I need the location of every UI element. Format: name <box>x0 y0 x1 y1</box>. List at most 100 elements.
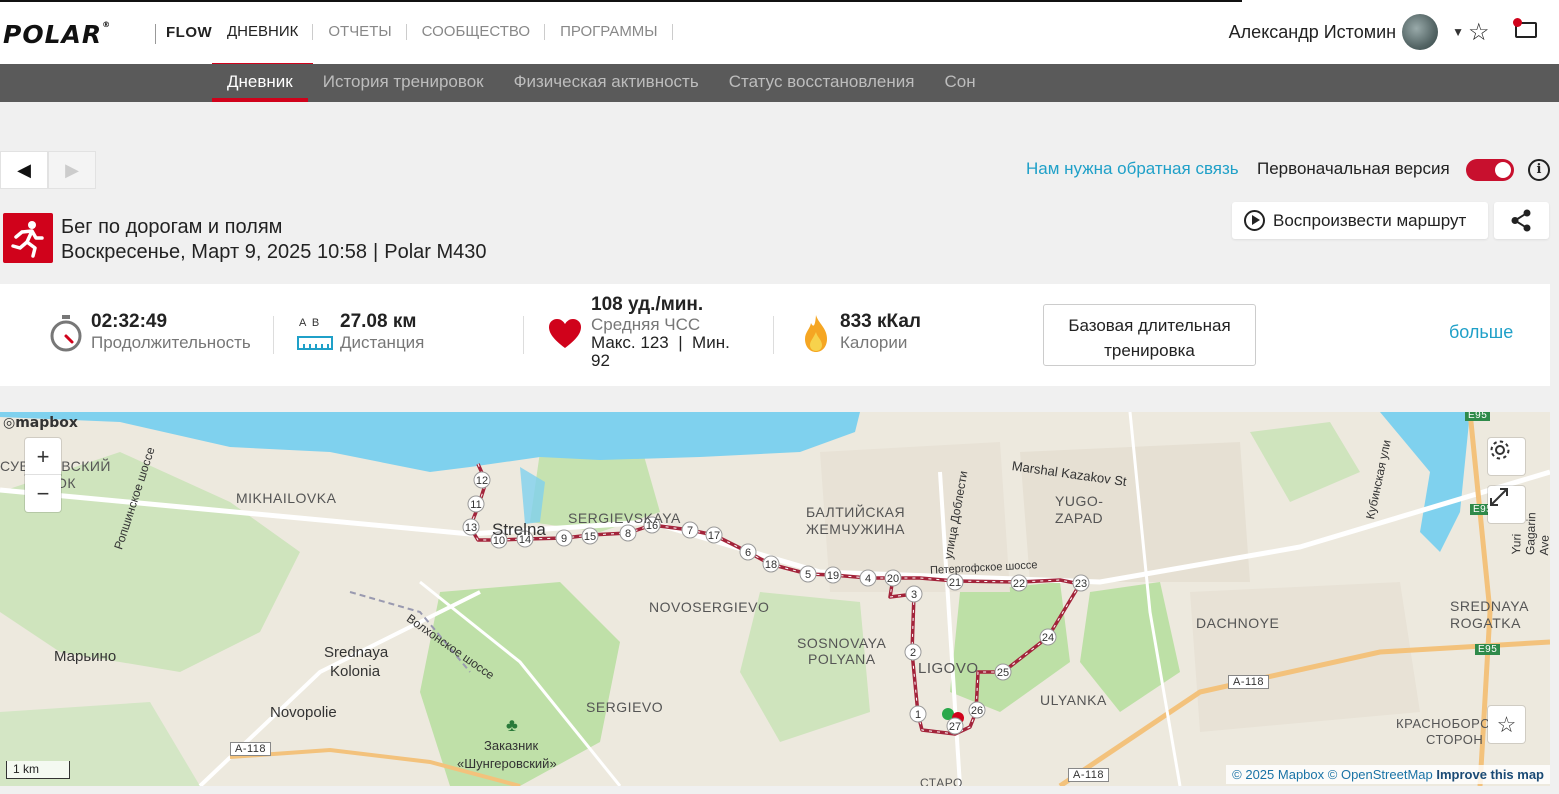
road-shield-e95: E95 <box>1475 644 1501 655</box>
avatar <box>1402 14 1439 50</box>
share-icon <box>1511 209 1531 232</box>
km-marker: 19 <box>824 566 842 584</box>
map-label-polyana: POLYANA <box>808 651 876 667</box>
distance-value: 27.08 км <box>340 311 417 332</box>
fullscreen-button[interactable] <box>1488 486 1525 523</box>
map-label-srednaya-rogatka-1: SREDNAYA <box>1450 598 1529 614</box>
svg-text:21: 21 <box>949 577 961 589</box>
duration-value: 02:32:49 <box>91 311 168 332</box>
benefit-line-2: тренировка <box>1104 341 1195 360</box>
flame-icon <box>805 315 827 352</box>
svg-text:7: 7 <box>687 525 693 537</box>
km-marker: 15 <box>581 527 599 545</box>
km-marker: 21 <box>946 573 964 591</box>
nav-community[interactable]: СООБЩЕСТВО <box>407 0 546 64</box>
hr-value: 108 уд./мин. <box>591 294 704 315</box>
user-menu[interactable]: Александр Истомин ▼ <box>1229 14 1464 50</box>
map-favorite-button[interactable]: ☆ <box>1488 706 1525 743</box>
km-marker: 3 <box>905 585 923 603</box>
mapbox-logo[interactable]: ◎mapbox <box>3 415 78 431</box>
prev-session-button[interactable]: ◀ <box>0 151 48 189</box>
play-icon <box>1244 210 1265 231</box>
map-label-zakaznik: Заказник <box>484 738 539 753</box>
distance-ab-label: A B <box>299 317 320 329</box>
feedback-link[interactable]: Нам нужна обратная связь <box>1026 159 1239 179</box>
km-marker: 22 <box>1010 574 1028 592</box>
subnav-recovery[interactable]: Статус восстановления <box>714 64 930 102</box>
map-scale: 1 km <box>6 761 70 779</box>
svg-text:1: 1 <box>915 709 921 721</box>
svg-text:3: 3 <box>911 589 917 601</box>
map-label-kolonia: Kolonia <box>330 663 381 680</box>
svg-text:23: 23 <box>1075 578 1087 590</box>
km-marker: 11 <box>467 495 485 513</box>
polar-logo[interactable]: POLAR® <box>3 20 111 49</box>
running-icon <box>3 213 53 263</box>
calories-value: 833 кКал <box>840 311 921 332</box>
notifications-icon[interactable] <box>1513 18 1539 42</box>
original-version-toggle[interactable] <box>1466 159 1514 181</box>
svg-text:2: 2 <box>910 647 916 659</box>
svg-text:19: 19 <box>827 570 839 582</box>
hr-min-value: 92 <box>591 351 610 370</box>
map-label-srednaya-rogatka-2: ROGATKA <box>1450 615 1521 631</box>
top-bar: POLAR® FLOW ДНЕВНИК ОТЧЕТЫ СООБЩЕСТВО ПР… <box>0 0 1559 67</box>
session-device: Polar M430 <box>384 241 487 263</box>
road-shield-a118: A-118 <box>230 742 272 756</box>
svg-text:6: 6 <box>745 547 751 559</box>
map-label-storona: СТОРОН <box>1426 732 1484 747</box>
original-version-label: Первоначальная версия <box>1257 159 1450 178</box>
map-settings-button[interactable] <box>1488 438 1525 475</box>
map-label-ulyanka: ULYANKA <box>1040 692 1107 708</box>
subnav-activity[interactable]: Физическая активность <box>499 64 714 102</box>
zoom-in-button[interactable]: + <box>25 438 61 475</box>
nav-programs[interactable]: ПРОГРАММЫ <box>545 0 673 64</box>
play-route-label: Воспроизвести маршрут <box>1273 210 1467 230</box>
subnav-sleep[interactable]: Сон <box>929 64 990 102</box>
subnav-training-history[interactable]: История тренировок <box>308 64 499 102</box>
session-subtitle: Воскресенье, Март 9, 2025 10:58 | Polar M4… <box>61 241 487 263</box>
more-link[interactable]: больше <box>1449 322 1513 343</box>
sub-nav: Дневник История тренировок Физическая ак… <box>0 64 1559 102</box>
share-button[interactable] <box>1494 202 1549 239</box>
map-label-sergievskaya: SERGIEVSKAYA <box>568 510 681 526</box>
gear-icon <box>1490 440 1510 460</box>
svg-text:9: 9 <box>561 533 567 545</box>
improve-map-link[interactable]: Improve this map <box>1436 767 1544 782</box>
heart-icon <box>549 319 581 348</box>
expand-icon <box>1490 488 1508 506</box>
calories-label: Калории <box>840 333 908 352</box>
flow-label: FLOW <box>155 24 212 44</box>
session-date: Воскресенье, Март 9, 2025 10:58 <box>61 241 368 263</box>
map-label-maryino: Марьино <box>54 648 117 665</box>
nav-reports[interactable]: ОТЧЕТЫ <box>313 0 407 64</box>
svg-text:25: 25 <box>997 667 1009 679</box>
map-label-zhemchuzhina: ЖЕМЧУЖИНА <box>806 521 905 537</box>
distance-label: Дистанция <box>340 333 425 352</box>
svg-text:24: 24 <box>1042 632 1054 644</box>
road-shield-e95: E95 <box>1465 412 1491 421</box>
training-benefit-button[interactable]: Базовая длительная тренировка <box>1043 304 1256 366</box>
info-icon[interactable]: i <box>1528 159 1550 181</box>
km-marker: 24 <box>1039 628 1057 646</box>
svg-text:26: 26 <box>971 705 983 717</box>
nav-diary[interactable]: ДНЕВНИК <box>212 0 314 67</box>
km-marker: 18 <box>762 555 780 573</box>
km-marker: 26 <box>968 701 986 719</box>
svg-text:13: 13 <box>465 522 477 534</box>
svg-text:4: 4 <box>865 573 871 585</box>
hr-minmax: Макс. 123 | Мин. <box>591 333 730 352</box>
km-marker: 6 <box>739 543 757 561</box>
svg-text:15: 15 <box>584 531 596 543</box>
mapbox-copyright-link[interactable]: © 2025 Mapbox <box>1232 767 1324 782</box>
svg-text:20: 20 <box>887 573 899 585</box>
zoom-out-button[interactable]: − <box>25 475 61 512</box>
route-map[interactable]: 1 2 3 4 5 6 7 8 9 10 11 12 13 14 15 16 1… <box>0 412 1550 786</box>
next-session-button[interactable]: ▶ <box>48 151 96 189</box>
favorites-star-icon[interactable]: ☆ <box>1468 18 1490 47</box>
play-route-button[interactable]: Воспроизвести маршрут <box>1232 202 1488 239</box>
subnav-diary[interactable]: Дневник <box>212 64 308 102</box>
osm-copyright-link[interactable]: © OpenStreetMap <box>1328 767 1433 782</box>
sport-title: Бег по дорогам и полям <box>61 216 283 238</box>
caret-down-icon: ▼ <box>1452 25 1464 39</box>
